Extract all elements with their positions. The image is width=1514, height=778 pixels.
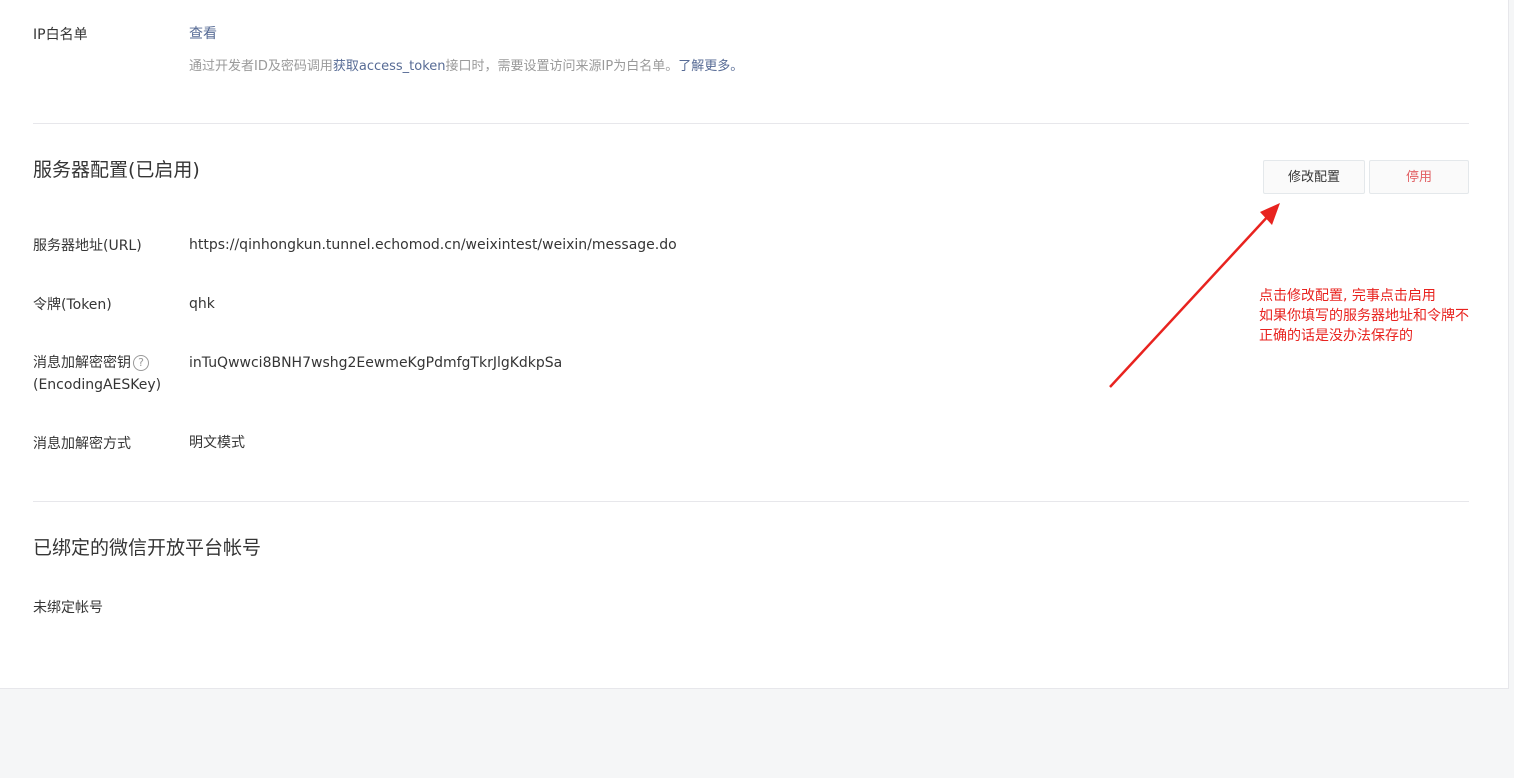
encrypt-mode-value: 明文模式 bbox=[189, 435, 245, 451]
aeskey-value: inTuQwwci8BNH7wshg2EewmeKgPdmfgTkrJlgKdk… bbox=[189, 355, 563, 371]
annotation-line: 正确的话是没办法保存的 bbox=[1259, 328, 1413, 344]
learn-more-link[interactable]: 了解更多。 bbox=[678, 59, 743, 74]
ip-whitelist-description: 通过开发者ID及密码调用获取access_token接口时，需要设置访问来源IP… bbox=[189, 56, 743, 78]
token-value: qhk bbox=[189, 296, 215, 312]
server-url-value: https://qinhongkun.tunnel.echomod.cn/wei… bbox=[189, 237, 677, 253]
server-url-label: 服务器地址(URL) bbox=[33, 238, 142, 254]
access-token-api-link[interactable]: 获取access_token bbox=[333, 59, 446, 74]
server-config-title: 服务器配置(已启用) bbox=[33, 159, 200, 181]
annotation-line: 点击修改配置, 完事点击启用 bbox=[1259, 288, 1436, 304]
help-icon[interactable]: ? bbox=[133, 355, 149, 371]
aeskey-label-line1: 消息加解密密钥 bbox=[33, 355, 131, 371]
bound-accounts-title: 已绑定的微信开放平台帐号 bbox=[33, 537, 262, 559]
modify-config-button[interactable]: 修改配置 bbox=[1263, 160, 1365, 194]
encrypt-mode-label: 消息加解密方式 bbox=[33, 436, 131, 452]
ip-whitelist-label: IP白名单 bbox=[33, 27, 88, 43]
divider bbox=[33, 501, 1469, 502]
annotation-note: 点击修改配置, 完事点击启用 如果你填写的服务器地址和令牌不 正确的话是没办法保… bbox=[1259, 286, 1469, 346]
description-prefix: 通过开发者ID及密码调用 bbox=[189, 59, 333, 74]
divider bbox=[33, 123, 1469, 124]
view-ip-whitelist-link[interactable]: 查看 bbox=[189, 23, 217, 45]
token-label: 令牌(Token) bbox=[33, 297, 112, 313]
aeskey-label: 消息加解密密钥? (EncodingAESKey) bbox=[33, 352, 161, 396]
stop-button[interactable]: 停用 bbox=[1369, 160, 1469, 194]
bound-accounts-status: 未绑定帐号 bbox=[33, 600, 103, 616]
description-suffix: 接口时，需要设置访问来源IP为白名单。 bbox=[445, 59, 679, 74]
aeskey-label-line2: (EncodingAESKey) bbox=[33, 377, 162, 393]
annotation-line: 如果你填写的服务器地址和令牌不 bbox=[1259, 308, 1469, 324]
